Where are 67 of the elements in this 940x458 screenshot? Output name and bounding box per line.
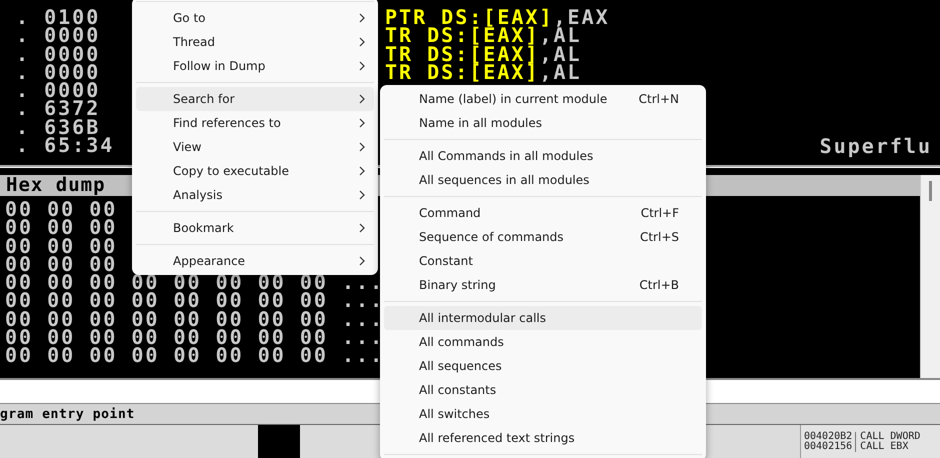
- menu-item[interactable]: All referenced text strings: [384, 426, 702, 450]
- menu-item[interactable]: Copy to executable: [136, 159, 374, 183]
- dump-value: . 0000: [16, 62, 100, 82]
- menu-item[interactable]: Command Ctrl+F: [384, 201, 702, 225]
- asm-register: ,EAX: [554, 8, 610, 26]
- menu-item[interactable]: Constant: [384, 249, 702, 273]
- dump-value: . 0000: [16, 44, 100, 63]
- dump-value: . 0100: [16, 8, 100, 26]
- hex-row: 00 00 00 00 00 00 00 00 ...: [5, 273, 384, 292]
- hex-row: 00 00 00: [5, 218, 118, 237]
- menu-item[interactable]: All sequences: [384, 354, 702, 378]
- dump-value: . 0000: [16, 26, 100, 45]
- hex-row: 00 00 00: [5, 236, 118, 255]
- chevron-right-icon: [359, 190, 365, 200]
- asm-register: ,AL: [539, 44, 582, 63]
- menu-item[interactable]: Sequence of commands Ctrl+S: [384, 225, 702, 249]
- menu-item[interactable]: Search for: [136, 87, 374, 111]
- menu-item[interactable]: Bookmark: [136, 216, 374, 240]
- hex-row: 00 00 00 00 00 00 00 00 ...: [5, 291, 384, 310]
- chevron-right-icon: [359, 256, 365, 266]
- call-command: CALL EBX: [860, 442, 908, 452]
- scroll-bar[interactable]: [920, 175, 940, 378]
- asm-register: ,AL: [539, 62, 582, 82]
- chevron-right-icon: [359, 94, 365, 104]
- menu-item[interactable]: Follow in Dump: [136, 54, 374, 78]
- call-command: CALL DWORD: [860, 432, 920, 442]
- asm-operand: TR DS:[EAX]: [385, 62, 540, 82]
- hex-row: 00 00 00 00 00 00 00 00 ...: [5, 328, 384, 346]
- hex-row: 00 00 00 00 00 00 00 00 ...: [5, 346, 384, 365]
- status-text: gram entry point: [0, 406, 135, 422]
- menu-item[interactable]: All switches: [384, 402, 702, 426]
- menu-item[interactable]: View: [136, 135, 374, 159]
- dump-value: . 6372: [16, 99, 100, 118]
- chevron-right-icon: [359, 37, 365, 47]
- menu-item[interactable]: Binary string Ctrl+B: [384, 273, 702, 297]
- menu-item[interactable]: All sequences in all modules: [384, 168, 702, 192]
- asm-register: ,AL: [539, 26, 582, 45]
- chevron-right-icon: [359, 223, 365, 233]
- menu-item[interactable]: Name (label) in current module Ctrl+N: [384, 87, 702, 111]
- chevron-right-icon: [359, 142, 365, 152]
- chevron-right-icon: [359, 118, 365, 128]
- comment-text: Superflu: [820, 136, 932, 155]
- hex-row: 00 00 00: [5, 200, 118, 218]
- column-title: Hex dump: [6, 176, 106, 195]
- menu-item[interactable]: Analysis: [136, 183, 374, 207]
- chevron-right-icon: [359, 166, 365, 176]
- menu-item[interactable]: All Commands in all modules: [384, 144, 702, 168]
- dump-value: . 65:34: [16, 136, 114, 154]
- asm-operand: TR DS:[EAX]: [385, 26, 540, 45]
- chevron-right-icon: [359, 13, 365, 23]
- menu-item[interactable]: Appearance: [136, 249, 374, 273]
- asm-operand: PTR DS:[EAX]: [385, 8, 554, 26]
- menu-item[interactable]: All commands: [384, 330, 702, 354]
- dump-value: . 636B: [16, 118, 100, 136]
- call-address: 00402156: [804, 442, 856, 452]
- call-address: 004020B2: [804, 432, 856, 442]
- dump-value: . 0000: [16, 81, 100, 100]
- menu-item[interactable]: Name in all modules: [384, 111, 702, 135]
- menu-item[interactable]: Thread: [136, 30, 374, 54]
- asm-operand: TR DS:[EAX]: [385, 44, 540, 63]
- hex-row: 00 00 00: [5, 254, 118, 274]
- menu-item[interactable]: All intermodular calls: [384, 306, 702, 330]
- menu-item[interactable]: Go to: [136, 6, 374, 30]
- menu-item[interactable]: Find references to: [136, 111, 374, 135]
- dark-panel: [258, 425, 300, 458]
- hex-row: 00 00 00 00 00 00 00 00 ...: [5, 310, 384, 328]
- chevron-right-icon: [359, 61, 365, 71]
